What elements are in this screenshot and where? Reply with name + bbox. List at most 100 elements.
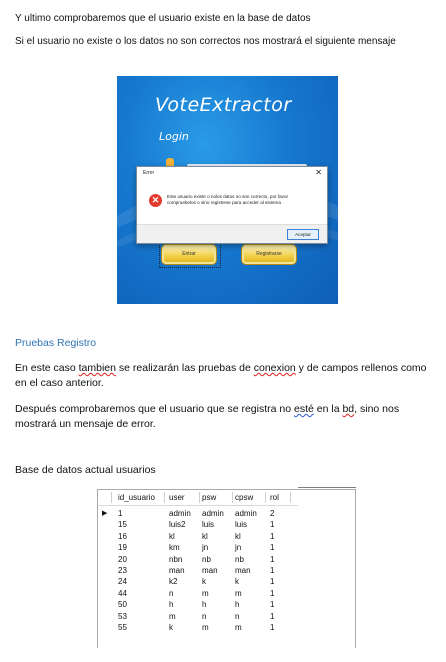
table-cell[interactable]: km bbox=[169, 542, 199, 553]
table-row[interactable]: 20 nbn nb nb 1 bbox=[98, 554, 355, 565]
table-cell[interactable]: 1 bbox=[270, 588, 290, 599]
table-row[interactable]: 44 n m m 1 bbox=[98, 588, 355, 599]
error-dialog: Error ✕ ✕ Este usuario existe o nolos da… bbox=[136, 166, 328, 244]
intro-line-1: Y ultimo comprobaremos que el usuario ex… bbox=[15, 13, 311, 24]
table-cell[interactable]: 1 bbox=[270, 599, 290, 610]
table-cell[interactable]: luis bbox=[202, 519, 232, 530]
table-cell[interactable]: admin bbox=[235, 508, 265, 519]
dialog-footer: Aceptar bbox=[137, 224, 327, 243]
row-marker bbox=[102, 599, 115, 610]
table-header: id_usuario user psw cpsw rol bbox=[98, 492, 355, 503]
table-cell[interactable]: 1 bbox=[270, 622, 290, 633]
row-marker bbox=[102, 588, 115, 599]
table-row[interactable]: 50 h h h 1 bbox=[98, 599, 355, 610]
table-cell[interactable]: 44 bbox=[118, 588, 164, 599]
table-cell[interactable]: man bbox=[202, 565, 232, 576]
column-header[interactable]: cpsw bbox=[235, 492, 266, 503]
table-cell[interactable]: n bbox=[202, 611, 232, 622]
table-cell[interactable]: m bbox=[235, 588, 265, 599]
table-cell[interactable]: 20 bbox=[118, 554, 164, 565]
table-cell[interactable]: 1 bbox=[270, 576, 290, 587]
table-cell[interactable]: 1 bbox=[270, 519, 290, 530]
table-row[interactable]: 16 kl kl kl 1 bbox=[98, 531, 355, 542]
table-cell[interactable]: n bbox=[235, 611, 265, 622]
table-cell[interactable]: 15 bbox=[118, 519, 164, 530]
table-cell[interactable]: jn bbox=[202, 542, 232, 553]
table-row[interactable]: 53 m n n 1 bbox=[98, 611, 355, 622]
table-cell[interactable]: 55 bbox=[118, 622, 164, 633]
table-cell[interactable]: m bbox=[169, 611, 199, 622]
app-title: VoteExtractor bbox=[155, 94, 292, 116]
close-icon[interactable]: ✕ bbox=[315, 168, 322, 177]
table-cell[interactable]: h bbox=[169, 599, 199, 610]
enter-button[interactable]: Entrar bbox=[161, 244, 217, 265]
table-cell[interactable]: m bbox=[202, 588, 232, 599]
column-header[interactable]: id_usuario bbox=[118, 492, 165, 503]
row-marker bbox=[102, 542, 115, 553]
table-cell[interactable]: kl bbox=[202, 531, 232, 542]
table-cell[interactable]: kl bbox=[169, 531, 199, 542]
column-header[interactable]: psw bbox=[202, 492, 233, 503]
table-cell[interactable]: k bbox=[202, 576, 232, 587]
ok-button[interactable]: Aceptar bbox=[287, 229, 319, 240]
table-cell[interactable]: 1 bbox=[270, 554, 290, 565]
error-x-icon: ✕ bbox=[149, 194, 162, 207]
table-cell[interactable]: k bbox=[235, 576, 265, 587]
column-header[interactable]: user bbox=[169, 492, 200, 503]
table-cell[interactable]: 19 bbox=[118, 542, 164, 553]
register-button[interactable]: Registrarse bbox=[241, 244, 297, 265]
table-cell[interactable]: kl bbox=[235, 531, 265, 542]
table-row[interactable]: 55 k m m 1 bbox=[98, 622, 355, 633]
table-top-line bbox=[298, 487, 356, 488]
table-cell[interactable]: admin bbox=[202, 508, 232, 519]
table-cell[interactable]: 23 bbox=[118, 565, 164, 576]
table-cell[interactable]: admin bbox=[169, 508, 199, 519]
row-marker bbox=[102, 565, 115, 576]
table-cell[interactable]: h bbox=[202, 599, 232, 610]
table-row[interactable]: 24 k2 k k 1 bbox=[98, 576, 355, 587]
table-cell[interactable]: jn bbox=[235, 542, 265, 553]
table-cell[interactable]: 1 bbox=[270, 531, 290, 542]
table-cell[interactable]: 1 bbox=[270, 611, 290, 622]
table-row[interactable]: ▶ 1 admin admin admin 2 bbox=[98, 508, 355, 519]
table-cell[interactable]: 53 bbox=[118, 611, 164, 622]
table-cell[interactable]: luis2 bbox=[169, 519, 199, 530]
table-cell[interactable]: 16 bbox=[118, 531, 164, 542]
table-row[interactable]: 15 luis2 luis luis 1 bbox=[98, 519, 355, 530]
row-marker bbox=[102, 622, 115, 633]
table-cell[interactable]: m bbox=[235, 622, 265, 633]
table-cell[interactable]: luis bbox=[235, 519, 265, 530]
table-cell[interactable]: k2 bbox=[169, 576, 199, 587]
row-marker: ▶ bbox=[102, 510, 108, 517]
row-marker bbox=[102, 611, 115, 622]
intro-line-2: Si el usuario no existe o los datos no s… bbox=[15, 36, 396, 47]
table-cell[interactable]: h bbox=[235, 599, 265, 610]
table-row[interactable]: 23 man man man 1 bbox=[98, 565, 355, 576]
table-cell[interactable]: m bbox=[202, 622, 232, 633]
table-cell[interactable]: nb bbox=[202, 554, 232, 565]
column-header[interactable]: rol bbox=[270, 492, 291, 503]
table-cell[interactable]: nb bbox=[235, 554, 265, 565]
row-marker bbox=[102, 554, 115, 565]
row-marker bbox=[102, 519, 115, 530]
dialog-message: Este usuario existe o nolos datos no son… bbox=[167, 194, 289, 205]
table-cell[interactable]: man bbox=[235, 565, 265, 576]
section-heading: Pruebas Registro bbox=[15, 337, 97, 349]
login-label: Login bbox=[159, 130, 189, 143]
table-cell[interactable]: 24 bbox=[118, 576, 164, 587]
row-marker bbox=[102, 576, 115, 587]
table-cell[interactable]: 1 bbox=[118, 508, 164, 519]
table-row[interactable]: 19 km jn jn 1 bbox=[98, 542, 355, 553]
table-cell[interactable]: 1 bbox=[270, 565, 290, 576]
table-cell[interactable]: 1 bbox=[270, 542, 290, 553]
table-cell[interactable]: nbn bbox=[169, 554, 199, 565]
paragraph-2: Después comprobaremos que el usuario que… bbox=[15, 403, 400, 430]
users-table[interactable]: id_usuario user psw cpsw rol ▶ 1 admin admi… bbox=[97, 489, 356, 648]
table-cell[interactable]: n bbox=[169, 588, 199, 599]
table-cell[interactable]: 50 bbox=[118, 599, 164, 610]
table-cell[interactable]: k bbox=[169, 622, 199, 633]
table-cell[interactable]: 2 bbox=[270, 508, 290, 519]
dialog-title: Error bbox=[143, 170, 155, 176]
db-caption: Base de datos actual usuarios bbox=[15, 464, 156, 476]
table-cell[interactable]: man bbox=[169, 565, 199, 576]
